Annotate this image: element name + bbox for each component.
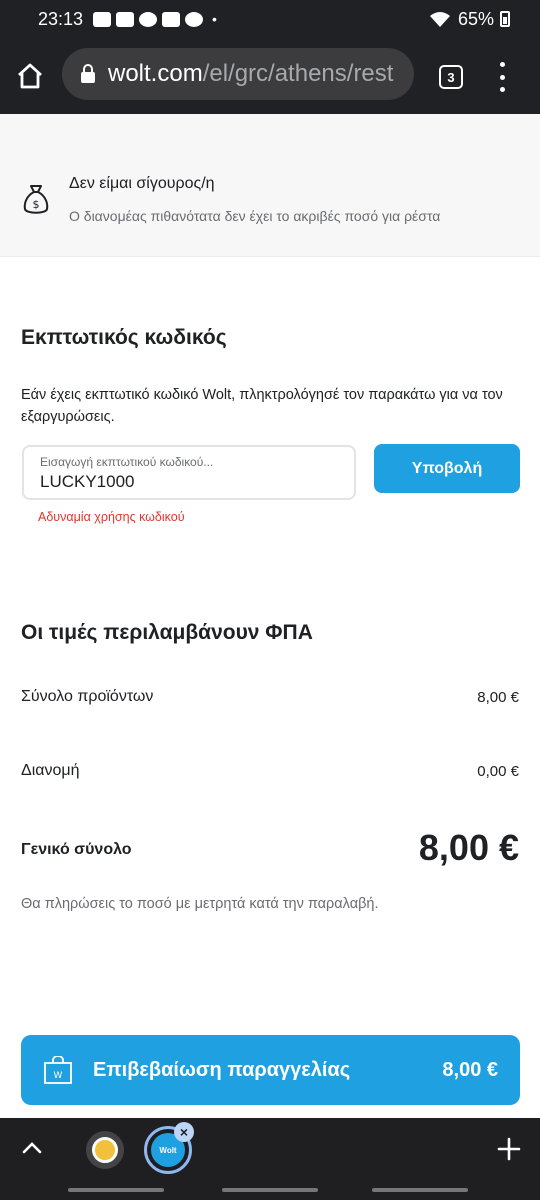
svg-text:W: W xyxy=(54,1071,63,1081)
lock-icon xyxy=(81,64,95,83)
menu-dot-icon xyxy=(499,74,505,80)
url-host: wolt.com xyxy=(108,60,203,87)
app-bubble-emoji[interactable] xyxy=(86,1131,124,1169)
menu-dot-icon xyxy=(499,62,505,67)
youtube-icon xyxy=(93,11,112,27)
close-bubble-icon[interactable]: × xyxy=(174,1122,194,1142)
grand-total-label: Γενικό σύνολο xyxy=(21,841,132,858)
nav-handle xyxy=(222,1188,318,1192)
payment-note: Θα πληρώσεις το ποσό με μετρητά κατά την… xyxy=(21,896,379,912)
items-total-label: Σύνολο προϊόντων xyxy=(21,688,154,705)
shopping-bag-icon: W xyxy=(44,1056,72,1084)
promo-code-input[interactable]: Εισαγωγή εκπτωτικού κωδικού... LUCKY1000 xyxy=(22,445,356,500)
svg-text:$: $ xyxy=(33,198,40,211)
wifi-icon xyxy=(429,12,450,27)
promo-code-heading: Εκπτωτικός κωδικός xyxy=(21,326,227,349)
g-icon xyxy=(185,11,204,27)
nav-handle xyxy=(372,1188,468,1192)
confirm-order-button[interactable]: W Επιβεβαίωση παραγγελίας 8,00 € xyxy=(21,1035,520,1105)
status-bar: 23:13 • 65% xyxy=(0,0,540,38)
browser-toolbar: wolt.com/el/grc/athens/rest 3 xyxy=(0,38,540,114)
battery-icon xyxy=(500,11,510,27)
gallery-icon xyxy=(162,11,181,27)
chevron-up-icon[interactable] xyxy=(20,1136,44,1160)
browser-menu-button[interactable] xyxy=(492,62,512,92)
nav-handle xyxy=(68,1188,164,1192)
confirm-order-label: Επιβεβαίωση παραγγελίας xyxy=(93,1058,351,1081)
battery-percentage: 65% xyxy=(457,8,494,29)
confirm-order-price: 8,00 € xyxy=(442,1058,498,1081)
menu-dot-icon xyxy=(499,87,505,92)
url-text: wolt.com/el/grc/athens/rest xyxy=(108,60,393,88)
smiley-icon xyxy=(139,11,158,27)
youtube-icon xyxy=(116,11,135,27)
items-total-value: 8,00 € xyxy=(477,689,519,706)
more-notifications-dot-icon: • xyxy=(212,11,217,27)
cash-option-title: Δεν είμαι σίγουρος/η xyxy=(69,175,215,192)
tab-switcher-button[interactable]: 3 xyxy=(439,65,463,89)
url-path: /el/grc/athens/rest xyxy=(202,60,394,87)
home-button[interactable] xyxy=(0,38,60,114)
home-icon xyxy=(18,63,42,89)
url-field[interactable]: wolt.com/el/grc/athens/rest xyxy=(62,48,414,100)
delivery-value: 0,00 € xyxy=(477,763,519,780)
cash-option-subtitle: Ο διανομέας πιθανότατα δεν έχει το ακριβ… xyxy=(69,208,441,224)
promo-code-input-label: Εισαγωγή εκπτωτικού κωδικού... xyxy=(40,455,214,469)
delivery-label: Διανομή xyxy=(21,762,80,779)
promo-submit-button[interactable]: Υποβολή xyxy=(374,444,520,493)
plus-icon[interactable] xyxy=(496,1136,522,1162)
promo-error-message: Αδυναμία χρήσης κωδικού xyxy=(38,510,185,524)
checkout-page: $ Δεν είμαι σίγουρος/η Ο διανομέας πιθαν… xyxy=(0,114,540,1114)
grand-total-value: 8,00 € xyxy=(418,827,519,868)
money-bag-icon: $ xyxy=(23,185,49,214)
cash-option-not-sure[interactable]: $ Δεν είμαι σίγουρος/η Ο διανομέας πιθαν… xyxy=(0,114,540,257)
status-time: 23:13 xyxy=(38,8,84,29)
promo-code-input-value: LUCKY1000 xyxy=(40,472,135,491)
price-summary-heading: Οι τιμές περιλαμβάνουν ΦΠΑ xyxy=(21,621,313,644)
emoji-face-icon xyxy=(92,1137,118,1163)
navigation-handles xyxy=(0,1188,540,1194)
notification-icons: • xyxy=(93,11,217,27)
bottom-toolbar: Wolt × xyxy=(0,1118,540,1200)
promo-code-description: Εάν έχεις εκπτωτικό κωδικό Wolt, πληκτρο… xyxy=(21,387,503,425)
